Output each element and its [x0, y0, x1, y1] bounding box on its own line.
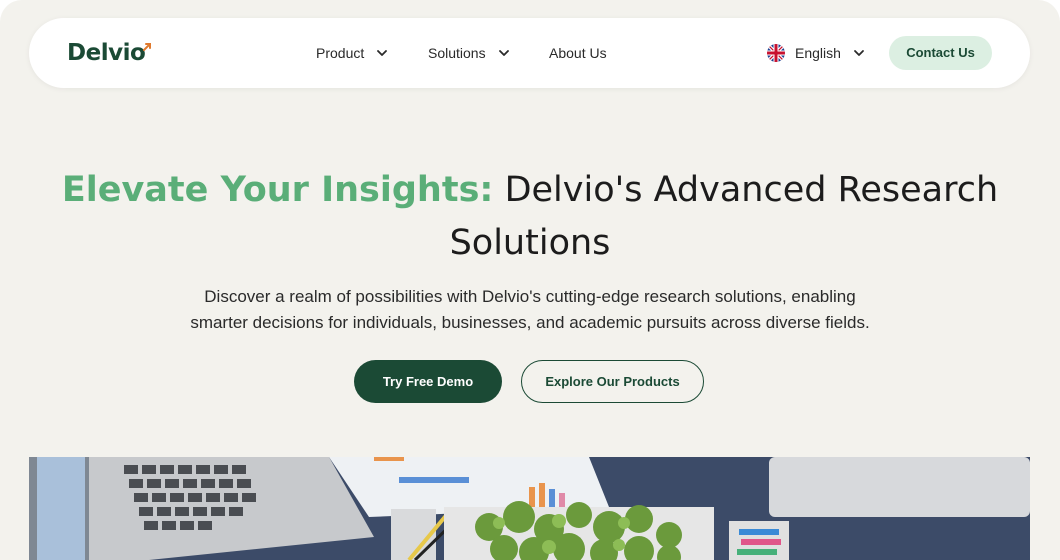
desk-illustration — [29, 457, 1030, 560]
page-frame: Delvio Product Solutions About Us Englis… — [0, 0, 1060, 560]
try-free-demo-button[interactable]: Try Free Demo — [354, 360, 502, 403]
nav-solutions-label: Solutions — [428, 45, 486, 61]
language-label: English — [795, 45, 841, 61]
hero-title: Elevate Your Insights: Delvio's Advanced… — [0, 164, 1060, 270]
logo-accent-icon — [143, 43, 151, 51]
nav-solutions[interactable]: Solutions — [428, 42, 510, 64]
explore-products-button[interactable]: Explore Our Products — [521, 360, 704, 403]
nav-product-label: Product — [316, 45, 365, 61]
nav-product[interactable]: Product — [316, 42, 388, 64]
hero-subtitle-line2: smarter decisions for individuals, busin… — [190, 313, 870, 332]
uk-flag-icon — [767, 44, 785, 62]
nav-about-us[interactable]: About Us — [549, 42, 607, 64]
nav-about-us-label: About Us — [549, 45, 607, 61]
language-selector[interactable]: English — [767, 42, 865, 64]
contact-us-button[interactable]: Contact Us — [889, 36, 992, 70]
top-navbar: Delvio Product Solutions About Us Englis… — [29, 18, 1030, 88]
hero-title-line1: Elevate Your Insights: Delvio's Advanced… — [0, 164, 1060, 217]
hero-subtitle-line1: Discover a realm of possibilities with D… — [204, 287, 856, 306]
hero-desk-image — [29, 457, 1030, 560]
chevron-down-icon — [854, 50, 864, 56]
chevron-down-icon — [377, 50, 388, 56]
hero-title-rest: Delvio's Advanced Research — [504, 170, 999, 210]
chevron-down-icon — [498, 50, 509, 56]
hero-title-line2: Solutions — [449, 223, 611, 263]
hero-title-accent: Elevate Your Insights: — [61, 170, 494, 210]
hero-subtitle: Discover a realm of possibilities with D… — [150, 284, 910, 336]
brand-logo[interactable]: Delvio — [67, 37, 146, 69]
